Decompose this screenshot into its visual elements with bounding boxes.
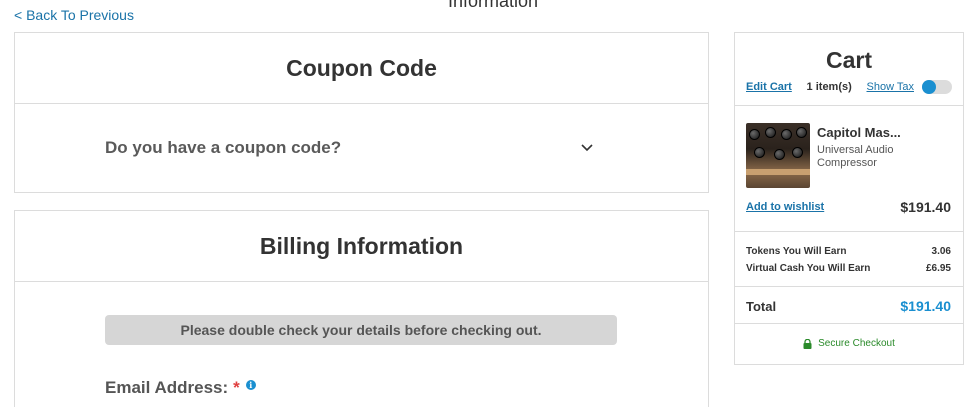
knob-graphic bbox=[796, 127, 807, 138]
product-name[interactable]: Capitol Mas... bbox=[817, 125, 901, 140]
earn-value: £6.95 bbox=[925, 263, 951, 274]
earn-label: Tokens You Will Earn bbox=[746, 246, 847, 257]
page-title-partial: Information bbox=[448, 0, 539, 11]
required-mark: * bbox=[233, 378, 240, 397]
toggle-knob bbox=[922, 80, 936, 94]
total-value: $191.40 bbox=[900, 298, 951, 314]
back-to-previous-link[interactable]: < Back To Previous bbox=[14, 7, 134, 23]
knob-graphic bbox=[754, 147, 765, 158]
show-tax-toggle[interactable] bbox=[922, 80, 952, 94]
earn-row: Virtual Cash You Will Earn £6.95 bbox=[746, 263, 951, 274]
product-thumbnail[interactable] bbox=[746, 123, 810, 188]
item-price: $191.40 bbox=[900, 199, 951, 215]
knob-graphic bbox=[749, 129, 760, 140]
email-label-text: Email Address: bbox=[105, 378, 229, 397]
coupon-header: Coupon Code bbox=[15, 33, 708, 104]
product-description: Universal Audio Compressor bbox=[817, 144, 927, 170]
secure-checkout-label: Secure Checkout bbox=[818, 338, 895, 349]
earn-value: 3.06 bbox=[931, 246, 951, 257]
earn-row: Tokens You Will Earn 3.06 bbox=[746, 246, 951, 257]
show-tax-control: Show Tax bbox=[867, 80, 952, 94]
knob-graphic bbox=[765, 127, 776, 138]
billing-notice: Please double check your details before … bbox=[105, 315, 617, 345]
coupon-panel: Coupon Code Do you have a coupon code? bbox=[14, 32, 709, 193]
billing-header: Billing Information bbox=[15, 211, 708, 282]
secure-checkout: Secure Checkout bbox=[735, 338, 963, 349]
knob-graphic bbox=[792, 147, 803, 158]
show-tax-link[interactable]: Show Tax bbox=[867, 81, 915, 93]
edit-cart-link[interactable]: Edit Cart bbox=[746, 81, 792, 93]
knob-graphic bbox=[781, 129, 792, 140]
product-category: Compressor bbox=[817, 157, 877, 169]
divider bbox=[735, 105, 963, 106]
divider bbox=[735, 323, 963, 324]
coupon-toggle[interactable]: Do you have a coupon code? bbox=[15, 104, 708, 192]
billing-title: Billing Information bbox=[259, 232, 464, 259]
coupon-title: Coupon Code bbox=[286, 54, 437, 81]
knob-graphic bbox=[774, 149, 785, 160]
product-brand: Universal Audio bbox=[817, 144, 894, 156]
cart-subbar: Edit Cart 1 item(s) Show Tax bbox=[746, 80, 952, 94]
total-row: Total $191.40 bbox=[746, 298, 951, 314]
email-label: Email Address: * i bbox=[105, 378, 256, 398]
cart-title: Cart bbox=[825, 47, 872, 73]
divider bbox=[735, 231, 963, 232]
item-count: 1 item(s) bbox=[806, 81, 852, 93]
thumb-strip bbox=[746, 169, 810, 175]
total-label: Total bbox=[746, 298, 777, 314]
info-icon[interactable]: i bbox=[245, 380, 256, 390]
coupon-question: Do you have a coupon code? bbox=[105, 138, 342, 157]
divider bbox=[735, 286, 963, 287]
chevron-down-icon[interactable] bbox=[580, 141, 594, 155]
earn-label: Virtual Cash You Will Earn bbox=[746, 263, 871, 274]
lock-icon bbox=[803, 338, 812, 349]
add-to-wishlist-link[interactable]: Add to wishlist bbox=[746, 201, 824, 213]
cart-panel: Cart Edit Cart 1 item(s) Show Tax Capito… bbox=[734, 32, 964, 365]
billing-panel: Billing Information Please double check … bbox=[14, 210, 709, 407]
